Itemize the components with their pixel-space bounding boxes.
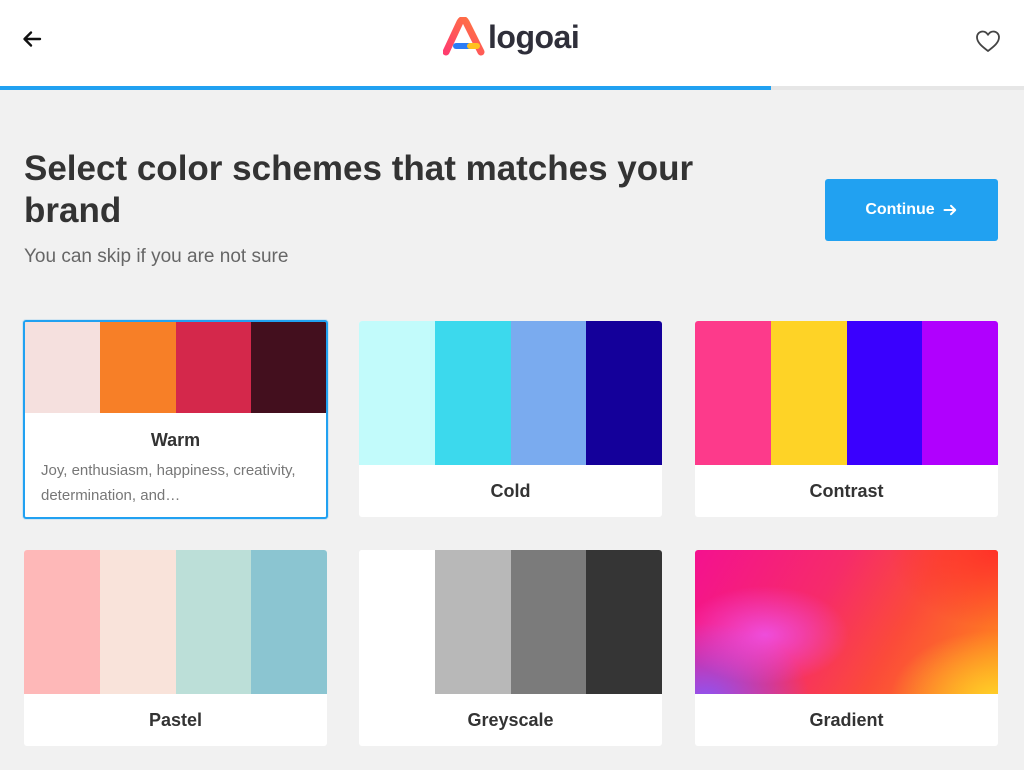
scheme-card-cold[interactable]: Cold (359, 321, 662, 517)
color-swatch (24, 550, 100, 694)
swatch-row (25, 322, 326, 413)
page-subtitle: You can skip if you are not sure (24, 246, 289, 267)
swatch-row (24, 550, 327, 694)
swatch-row (359, 321, 662, 465)
scheme-card-pastel[interactable]: Pastel (24, 550, 327, 746)
color-swatch (175, 322, 251, 413)
continue-label: Continue (865, 201, 935, 218)
scheme-card-warm[interactable]: Warm Joy, enthusiasm, happiness, creativ… (23, 320, 328, 519)
color-swatch (770, 321, 847, 465)
color-swatch (586, 550, 662, 694)
top-header: logoai (0, 0, 1024, 86)
color-swatch (434, 550, 511, 694)
page-title: Select color schemes that matches your b… (24, 149, 694, 230)
arrow-right-icon (943, 204, 956, 216)
color-swatch (251, 550, 327, 694)
scheme-name: Contrast (809, 481, 884, 501)
color-swatch (510, 321, 587, 465)
color-swatch (922, 321, 998, 465)
scheme-card-greyscale[interactable]: Greyscale (359, 550, 662, 746)
scheme-name: Warm (150, 430, 201, 450)
logo[interactable]: logoai (443, 16, 580, 58)
scheme-name: Pastel (148, 710, 203, 730)
gradient-swatch (695, 550, 998, 694)
scheme-name: Greyscale (467, 710, 554, 730)
color-swatch (434, 321, 511, 465)
back-button[interactable] (18, 24, 48, 54)
progress-bar (0, 86, 1024, 90)
color-swatch (175, 550, 252, 694)
scheme-name: Gradient (809, 710, 884, 730)
scheme-description: Joy, enthusiasm, happiness, creativity, … (41, 462, 296, 504)
scheme-card-contrast[interactable]: Contrast (695, 321, 998, 517)
logo-mark-icon (443, 17, 485, 56)
color-swatch (359, 550, 435, 694)
color-swatch (99, 550, 176, 694)
scheme-card-gradient[interactable]: Gradient (695, 550, 998, 746)
color-swatch (846, 321, 923, 465)
continue-button[interactable]: Continue (825, 179, 998, 241)
scheme-name: Cold (490, 481, 531, 501)
color-swatch (100, 322, 176, 413)
color-swatch (586, 321, 662, 465)
color-swatch (25, 322, 101, 413)
progress-fill (0, 86, 772, 90)
color-swatch (359, 321, 435, 465)
color-swatch (695, 321, 771, 465)
color-swatch (250, 322, 326, 413)
swatch-row (695, 321, 998, 465)
swatch-row (359, 550, 662, 694)
heart-outline-icon (976, 30, 1000, 52)
arrow-left-icon (23, 31, 42, 47)
logo-text: logoai (488, 18, 580, 55)
color-swatch (510, 550, 587, 694)
favorite-button[interactable] (973, 27, 1003, 55)
